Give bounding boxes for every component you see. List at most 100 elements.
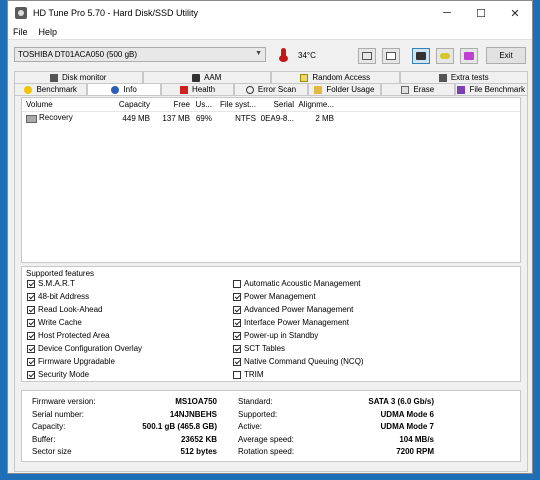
magnifier-icon [245, 85, 254, 94]
drive-info-group: Firmware version: MS1OA750 Serial number: 1… [21, 390, 521, 462]
table-row[interactable]: Recovery 449 MB 137 MB 69% NTFS 0EA9-8..… [22, 112, 520, 124]
feature-right-7[interactable]: TRIM [233, 370, 264, 379]
feature-left-2[interactable]: Read Look-Ahead [27, 305, 103, 314]
feature-right-0[interactable]: Automatic Acoustic Management [233, 279, 361, 288]
feature-left-5[interactable]: Device Configuration Overlay [27, 344, 142, 353]
key-icon [440, 53, 450, 59]
tab-error-scan[interactable]: Error Scan [234, 83, 308, 95]
feature-checkbox[interactable] [27, 370, 35, 379]
document-icon [386, 52, 396, 60]
tab-aam[interactable]: AAM [142, 71, 271, 83]
tab-health[interactable]: Health [160, 83, 235, 95]
maximize-button[interactable]: ☐ [464, 1, 498, 25]
feature-checkbox[interactable] [233, 292, 241, 301]
tab-disk-monitor[interactable]: Disk monitor [14, 71, 143, 83]
feature-checkbox[interactable] [27, 318, 35, 327]
tab-strip: Disk monitor AAM Random Access Extra tes… [14, 71, 528, 95]
copy-info-button[interactable] [358, 48, 376, 64]
feature-checkbox[interactable] [233, 331, 241, 340]
tab-erase[interactable]: Erase [381, 83, 455, 95]
info-value: UDMA Mode 7 [380, 422, 434, 431]
features-legend: Supported features [26, 269, 95, 278]
feature-checkbox[interactable] [233, 279, 241, 288]
minimize-button[interactable]: ─ [430, 1, 464, 25]
info-label: Rotation speed: [238, 447, 295, 456]
tab-info[interactable]: Info [87, 83, 161, 95]
info-label: Active: [238, 422, 263, 431]
tab-benchmark[interactable]: Benchmark [14, 83, 88, 95]
info-label: Buffer: [32, 434, 56, 444]
col-alignment[interactable]: Alignme... [294, 100, 334, 109]
copy-icon [362, 52, 372, 60]
cell-used: 69% [195, 113, 212, 123]
feature-checkbox[interactable] [27, 331, 35, 340]
tab-row-top: Disk monitor AAM Random Access Extra tes… [14, 71, 528, 83]
tab-label: Folder Usage [326, 85, 375, 94]
info-value: 500.1 gB (465.8 GB) [142, 422, 217, 431]
menu-file[interactable]: File [13, 27, 28, 37]
tab-label: Random Access [312, 73, 371, 82]
tab-label: AAM [204, 73, 222, 82]
save-button[interactable] [460, 48, 478, 64]
feature-checkbox[interactable] [233, 344, 241, 353]
options-button[interactable] [436, 48, 454, 64]
feature-checkbox[interactable] [27, 305, 35, 314]
feature-right-3[interactable]: Interface Power Management [233, 318, 349, 327]
info-value: 512 bytes [180, 447, 217, 456]
feature-left-1[interactable]: 48-bit Address [27, 292, 89, 301]
cell-free: 137 MB [162, 113, 190, 123]
info-label: Sector size [32, 447, 72, 456]
menu-bar: File Help [8, 25, 532, 40]
col-serial[interactable]: Serial [256, 100, 294, 109]
feature-checkbox[interactable] [27, 357, 35, 366]
cell-file-system: NTFS [235, 113, 256, 123]
window-title: HD Tune Pro 5.70 - Hard Disk/SSD Utility [33, 8, 199, 18]
info-panel: Volume Capacity Free Us... File syst... … [14, 95, 528, 472]
col-file-system[interactable]: File syst... [212, 100, 256, 109]
feature-label: TRIM [244, 370, 264, 379]
chevron-down-icon: ▼ [255, 50, 262, 57]
tab-random-access[interactable]: Random Access [271, 71, 400, 83]
tab-extra-tests[interactable]: Extra tests [399, 71, 528, 83]
feature-left-3[interactable]: Write Cache [27, 318, 82, 327]
col-used[interactable]: Us... [190, 100, 212, 109]
feature-label: Device Configuration Overlay [38, 344, 143, 353]
volume-table[interactable]: Volume Capacity Free Us... File syst... … [21, 97, 521, 263]
speaker-icon [192, 73, 201, 82]
tab-folder-usage[interactable]: Folder Usage [307, 83, 382, 95]
feature-left-4[interactable]: Host Protected Area [27, 331, 110, 340]
feature-checkbox[interactable] [233, 305, 241, 314]
monitor-icon [50, 73, 59, 82]
feature-checkbox[interactable] [233, 318, 241, 327]
col-free[interactable]: Free [150, 100, 190, 109]
feature-right-2[interactable]: Advanced Power Management [233, 305, 353, 314]
menu-help[interactable]: Help [39, 27, 58, 37]
feature-right-6[interactable]: Native Command Queuing (NCQ) [233, 357, 364, 366]
tab-file-benchmark[interactable]: File Benchmark [454, 83, 528, 95]
feature-label: Firmware Upgradable [38, 357, 115, 366]
copy-text-button[interactable] [382, 48, 400, 64]
close-button[interactable]: ✕ [498, 1, 532, 25]
exit-button[interactable]: Exit [486, 47, 526, 64]
col-capacity[interactable]: Capacity [96, 100, 150, 109]
feature-checkbox[interactable] [233, 370, 241, 379]
info-label: Capacity: [32, 422, 66, 431]
feature-left-6[interactable]: Firmware Upgradable [27, 357, 115, 366]
feature-left-7[interactable]: Security Mode [27, 370, 89, 379]
feature-checkbox[interactable] [233, 357, 241, 366]
feature-checkbox[interactable] [27, 279, 35, 288]
info-icon [111, 85, 120, 94]
feature-right-1[interactable]: Power Management [233, 292, 316, 301]
feature-left-0[interactable]: S.M.A.R.T [27, 279, 75, 288]
screenshot-button[interactable] [412, 48, 430, 64]
col-volume[interactable]: Volume [22, 100, 96, 109]
drive-icon [26, 115, 37, 124]
feature-right-5[interactable]: SCT Tables [233, 344, 285, 353]
drive-select[interactable]: TOSHIBA DT01ACA050 (500 gB) ▼ [14, 47, 266, 62]
feature-checkbox[interactable] [27, 292, 35, 301]
tab-row-bottom: Benchmark Info Health Error Scan Folder … [14, 83, 528, 95]
feature-checkbox[interactable] [27, 344, 35, 353]
download-icon [464, 52, 474, 60]
tab-label: Erase [413, 85, 435, 94]
feature-right-4[interactable]: Power-up in Standby [233, 331, 318, 340]
